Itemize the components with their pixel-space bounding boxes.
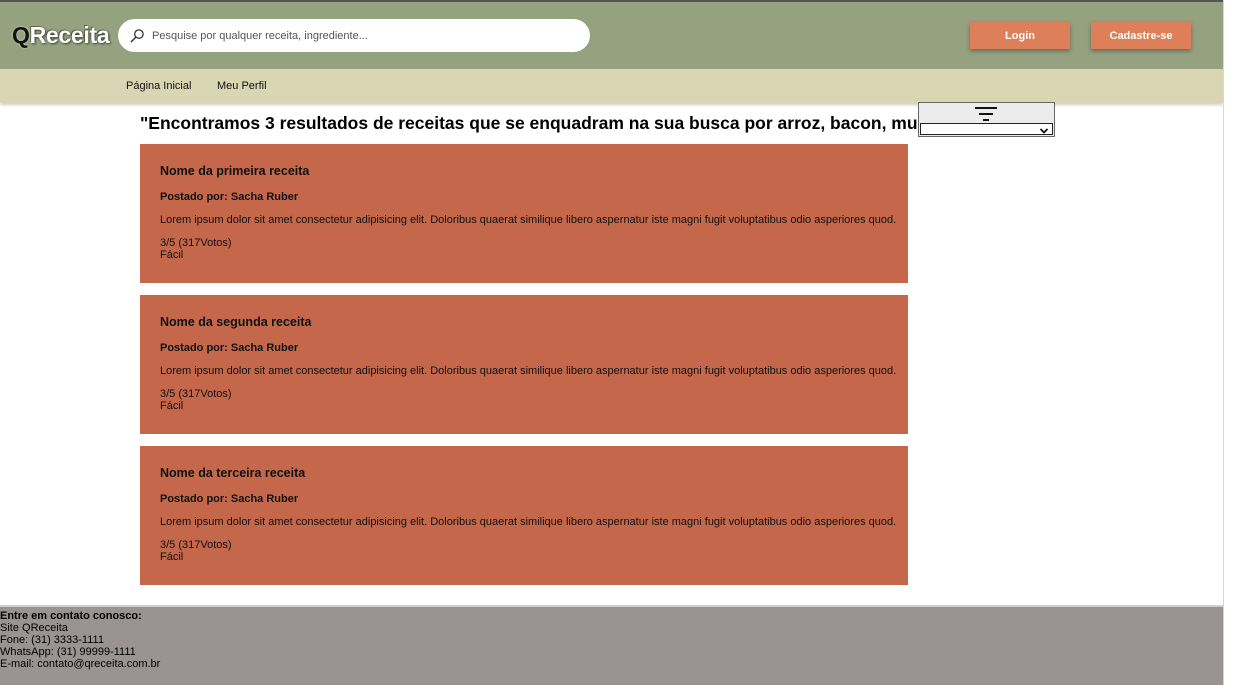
scrollbar-thumb[interactable] <box>1227 2 1235 682</box>
recipe-title[interactable]: Nome da segunda receita <box>160 315 888 329</box>
filter-icon[interactable] <box>975 106 997 122</box>
recipe-author: Postado por: Sacha Ruber <box>160 191 299 203</box>
recipe-difficulty: Fácil <box>160 400 184 412</box>
header: QReceita Login Cadastre-se <box>0 2 1223 69</box>
nav-item-home[interactable]: Página Inicial <box>126 80 191 92</box>
filter-panel <box>918 102 1055 137</box>
chevron-down-icon <box>1039 123 1049 134</box>
recipe-difficulty: Fácil <box>160 551 184 563</box>
recipe-card[interactable]: Nome da terceira receita Postado por: Sa… <box>140 446 908 585</box>
logo-text: Receita <box>29 22 110 48</box>
recipe-rating: 3/5 (317Votos) <box>160 237 232 249</box>
page: QReceita Login Cadastre-se Página Inicia… <box>0 0 1223 685</box>
recipe-title[interactable]: Nome da primeira receita <box>160 164 888 178</box>
recipe-difficulty: Fácil <box>160 249 184 261</box>
logo-q: Q <box>12 22 30 48</box>
recipe-card[interactable]: Nome da segunda receita Postado por: Sac… <box>140 295 908 434</box>
sort-select[interactable] <box>920 123 1053 135</box>
login-button[interactable]: Login <box>970 22 1070 49</box>
search-bar[interactable] <box>118 19 590 52</box>
recipe-title[interactable]: Nome da terceira receita <box>160 466 888 480</box>
vertical-scrollbar[interactable] <box>1223 0 1238 685</box>
search-input[interactable] <box>152 29 572 42</box>
recipe-description: Lorem ipsum dolor sit amet consectetur a… <box>160 516 897 528</box>
recipe-description: Lorem ipsum dolor sit amet consectetur a… <box>160 214 897 226</box>
footer-site: Site QReceita <box>0 622 68 634</box>
recipe-author: Postado por: Sacha Ruber <box>160 342 299 354</box>
footer-phone: Fone: (31) 3333-1111 <box>0 634 104 646</box>
recipe-card[interactable]: Nome da primeira receita Postado por: Sa… <box>140 144 908 283</box>
search-icon <box>128 27 146 45</box>
footer-email: E-mail: contato@qreceita.com.br <box>0 658 161 670</box>
footer-whatsapp: WhatsApp: (31) 99999-1111 <box>0 646 136 658</box>
footer: Entre em contato conosco: Site QReceita … <box>0 605 1223 685</box>
main-nav: Página Inicial Meu Perfil <box>0 69 1223 103</box>
recipe-rating: 3/5 (317Votos) <box>160 539 232 551</box>
results-title: "Encontramos 3 resultados de receitas qu… <box>140 113 992 133</box>
footer-heading: Entre em contato conosco: <box>0 610 142 622</box>
recipe-rating: 3/5 (317Votos) <box>160 388 232 400</box>
recipe-description: Lorem ipsum dolor sit amet consectetur a… <box>160 365 897 377</box>
recipe-author: Postado por: Sacha Ruber <box>160 493 299 505</box>
logo[interactable]: QReceita <box>12 22 110 49</box>
nav-item-profile[interactable]: Meu Perfil <box>217 80 267 92</box>
signup-button[interactable]: Cadastre-se <box>1091 22 1191 49</box>
